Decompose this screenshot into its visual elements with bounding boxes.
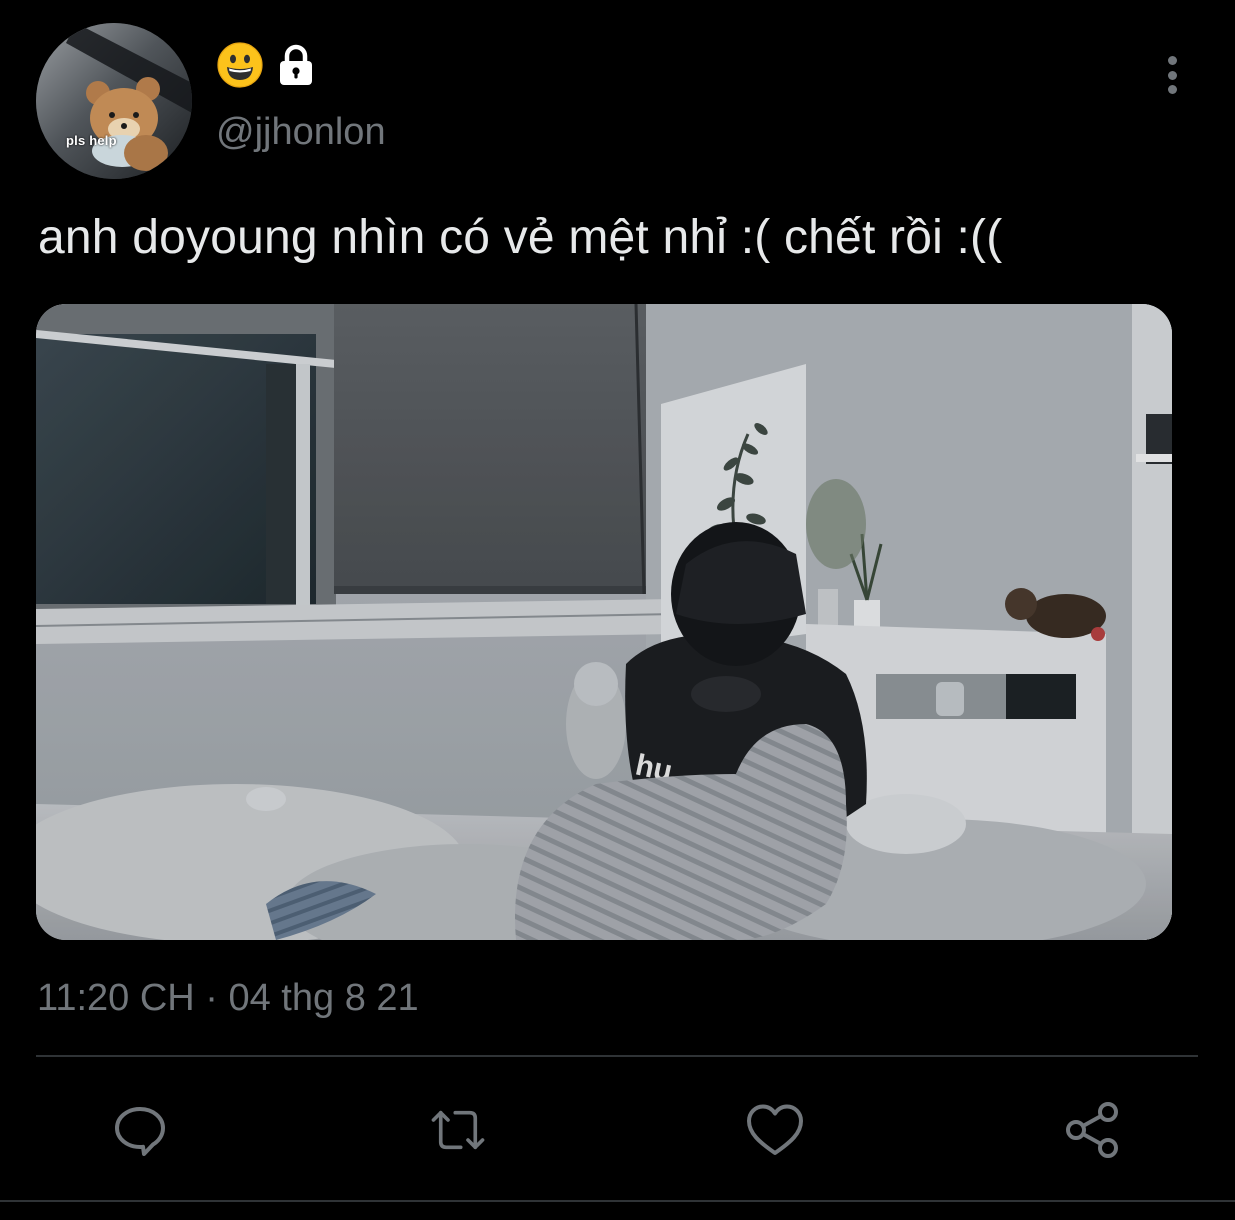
display-name[interactable] xyxy=(216,42,318,88)
retweet-button[interactable] xyxy=(428,1100,488,1160)
more-options-dot-icon xyxy=(1167,70,1177,80)
tweet-text: anh doyoung nhìn có vẻ mệt nhỉ :( chết r… xyxy=(38,211,1003,264)
user-handle[interactable]: @jjhonlon xyxy=(216,108,386,156)
tweet-timestamp[interactable]: 11:20 CH · 04 thg 8 21 xyxy=(37,974,419,1022)
more-options-button[interactable] xyxy=(1150,52,1194,98)
reply-button[interactable] xyxy=(110,1100,170,1160)
avatar[interactable]: pls help xyxy=(36,23,192,179)
more-options-dot-icon xyxy=(1167,56,1177,65)
avatar-image xyxy=(36,23,192,179)
reply-icon xyxy=(115,1107,165,1156)
heart-icon xyxy=(747,1104,803,1155)
tweet-media-photo[interactable]: hu xyxy=(36,304,1172,940)
avatar-caption: pls help xyxy=(66,133,117,148)
like-button[interactable] xyxy=(745,1100,805,1160)
protected-lock-icon xyxy=(274,43,318,87)
room-photo: hu xyxy=(36,304,1172,940)
retweet-icon xyxy=(431,1110,485,1150)
share-icon xyxy=(1066,1102,1118,1158)
more-options-dot-icon xyxy=(1167,85,1177,94)
divider xyxy=(0,1200,1235,1202)
divider xyxy=(36,1055,1198,1057)
grinning-face-emoji-icon xyxy=(216,41,264,89)
share-button[interactable] xyxy=(1062,1100,1122,1160)
